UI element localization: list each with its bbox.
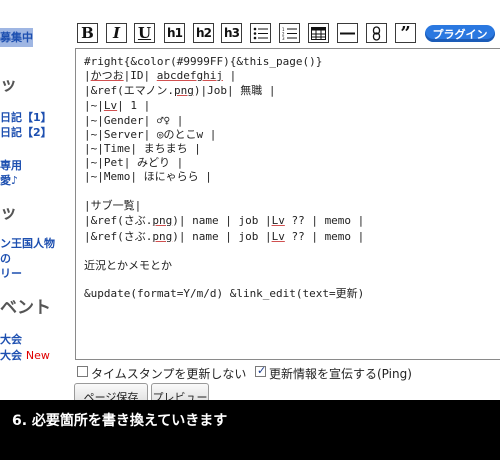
sidebar-link-gallery[interactable]: リー [0, 265, 22, 281]
h2-label: h2 [196, 26, 212, 40]
underline-label: U [137, 24, 152, 42]
editor-line: #right{&color(#9999FF){&this_page()} [84, 55, 323, 68]
line-seg: |&ref(さぶ. [84, 214, 153, 227]
line-seg: |ID| [123, 69, 157, 82]
sidebar-link-exclusive[interactable]: 専用 [0, 157, 22, 173]
line-seg: ?? | memo | [284, 214, 365, 227]
misspelled-word: かつお [90, 69, 124, 82]
sidebar-link-diary-1[interactable]: 日記【1】 [0, 109, 52, 125]
table-icon [311, 26, 326, 40]
sidebar-link-love[interactable]: 愛♪ [0, 172, 18, 188]
editor-line: |~|Gender| ♂♀ | [84, 114, 184, 127]
line-seg: |&ref(エマノン. [84, 84, 175, 97]
sidebar-link-recruiting[interactable]: 募集中 [0, 28, 33, 47]
line-seg: | [84, 69, 91, 82]
editor-line: |&ref(さぶ.png)| name | job |Lv ?? | memo … [84, 214, 364, 228]
editor-line: |~|Pet| みどり | [84, 156, 184, 169]
sidebar-link-pet[interactable]: の [0, 250, 11, 266]
sidebar-link-tournament-2[interactable]: 大会 New [0, 347, 50, 363]
heading-1-button[interactable]: h1 [164, 23, 185, 43]
misspelled-word: png [152, 230, 173, 243]
editor-line: |サブ一覧| [84, 199, 142, 212]
editor-line: |~|Memo| ほにゃらら | [84, 170, 212, 183]
sidebar-heading-events: ベント [0, 298, 51, 318]
quote-button[interactable]: ” [395, 22, 416, 44]
line-seg: | [222, 69, 237, 82]
underline-button[interactable]: U [134, 23, 155, 43]
editor-line: &update(format=Y/m/d) &link_edit(text=更新… [84, 287, 365, 300]
sidebar-link-tournament-1[interactable]: 大会 [0, 331, 22, 347]
bullet-list-icon [253, 27, 268, 40]
plugin-button[interactable]: プラグイン [425, 25, 495, 42]
tournament-2-label: 大会 [0, 349, 22, 362]
horizontal-rule-icon [340, 27, 355, 40]
numbered-list-button[interactable]: 123 [279, 23, 300, 43]
svg-text:3: 3 [282, 36, 285, 40]
italic-label: I [112, 24, 121, 42]
editor-line: |&ref(エマノン.png)|Job| 無職 | [84, 84, 276, 98]
bullet-list-button[interactable] [250, 23, 271, 43]
editor-line: |~|Lv| 1 | [84, 99, 150, 113]
checkmark-icon: ✓ [257, 364, 267, 377]
caption-bar: 6. 必要箇所を書き換えていきます [0, 400, 500, 460]
line-seg: ?? | memo | [284, 230, 365, 243]
wiki-edit-screen: 募集中 ッ 日記【1】 日記【2】 専用 愛♪ ッ ン王国人物 の リー ベント… [0, 0, 500, 460]
editor-line: |&ref(さぶ.png)| name | job |Lv ?? | memo … [84, 230, 364, 244]
quote-icon: ” [400, 22, 411, 44]
misspelled-word: Lv [271, 214, 285, 227]
line-seg: |&ref(さぶ. [84, 230, 153, 243]
editor-line: |~|Server| ◎のとこw | [84, 128, 217, 141]
wiki-source-editor[interactable]: #right{&color(#9999FF){&this_page()} |かつ… [75, 48, 500, 360]
bold-label: B [81, 24, 94, 42]
table-button[interactable] [308, 23, 329, 43]
link-button[interactable] [366, 23, 387, 43]
bold-button[interactable]: B [77, 23, 98, 43]
line-seg: )| name | job | [172, 230, 272, 243]
line-seg: | 1 | [117, 99, 151, 112]
sidebar: 募集中 ッ 日記【1】 日記【2】 専用 愛♪ ッ ン王国人物 の リー ベント… [0, 0, 70, 400]
timestamp-checkbox[interactable] [77, 366, 88, 377]
misspelled-word: Lv [103, 99, 118, 112]
h3-label: h3 [224, 26, 240, 40]
heading-2-button[interactable]: h2 [193, 23, 214, 43]
misspelled-word: png [152, 214, 173, 227]
misspelled-word: Lv [271, 230, 285, 243]
line-seg: )| name | job | [172, 214, 272, 227]
sidebar-link-kingdom[interactable]: ン王国人物 [0, 235, 55, 251]
misspelled-word: png [174, 84, 194, 97]
ping-checkbox[interactable]: ✓ [255, 364, 267, 377]
editor-line: |かつお|ID| abcdefghij | [84, 69, 236, 83]
ping-label: 更新情報を宣伝する(Ping) [269, 367, 412, 381]
sidebar-link-diary-2[interactable]: 日記【2】 [0, 124, 52, 140]
plugin-label: プラグイン [432, 27, 488, 41]
heading-3-button[interactable]: h3 [221, 23, 242, 43]
step-caption: 6. 必要箇所を書き換えていきます [12, 413, 228, 429]
line-seg: )|Job| 無職 | [193, 84, 276, 97]
numbered-list-icon: 123 [282, 27, 297, 40]
h1-label: h1 [167, 26, 183, 40]
sidebar-heading-1: ッ [0, 75, 17, 95]
editor-line: |~|Time| まちまち | [84, 142, 201, 155]
editor-line: 近況とかメモとか [84, 259, 172, 272]
horizontal-rule-button[interactable] [337, 23, 358, 43]
italic-button[interactable]: I [106, 23, 127, 43]
timestamp-label: タイムスタンプを更新しない [91, 367, 247, 381]
misspelled-word: abcdefghij [156, 69, 223, 82]
link-icon [369, 25, 384, 41]
sidebar-heading-2: ッ [0, 203, 17, 223]
new-badge: New [25, 349, 50, 362]
line-seg: |~| [84, 99, 104, 112]
